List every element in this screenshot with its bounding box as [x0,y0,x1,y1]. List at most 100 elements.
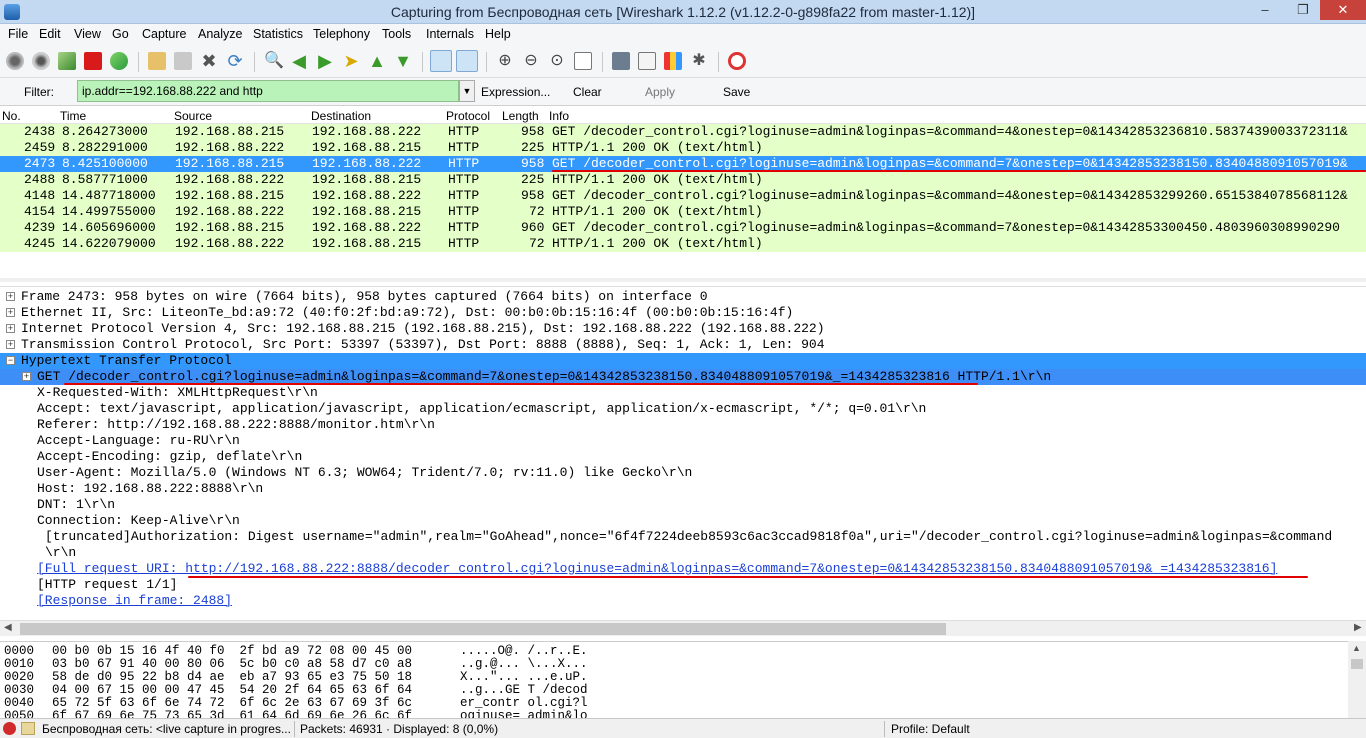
go-back-icon[interactable]: ◀ [290,52,308,70]
go-forward-icon[interactable]: ▶ [316,52,334,70]
close-button[interactable]: ✕ [1320,0,1366,20]
menu-internals[interactable]: Internals [426,27,474,41]
expand-icon[interactable]: + [6,324,15,333]
normal-size-icon[interactable]: ⊙ [548,52,566,70]
display-filters-icon[interactable] [638,52,656,70]
scroll-up-icon[interactable]: ▲ [1352,643,1361,653]
tree-item-label: Internet Protocol Version 4, Src: 192.16… [21,321,825,336]
expand-icon[interactable]: + [6,292,15,301]
menu-tools[interactable]: Tools [382,27,411,41]
packet-row[interactable]: 4148 14.487718000 192.168.88.215 192.168… [0,188,1366,204]
packet-row[interactable]: 4154 14.499755000 192.168.88.222 192.168… [0,204,1366,220]
packet-row[interactable]: 2438 8.264273000 192.168.88.215 192.168.… [0,124,1366,140]
start-capture-icon[interactable] [58,52,76,70]
go-first-icon[interactable]: ▲ [368,52,386,70]
save-file-icon[interactable] [174,52,192,70]
packet-row[interactable]: 2459 8.282291000 192.168.88.222 192.168.… [0,140,1366,156]
column-destination[interactable]: Destination [311,109,371,123]
help-icon[interactable] [728,52,746,70]
scroll-left-icon[interactable]: ◀ [4,622,12,633]
menu-telephony[interactable]: Telephony [313,27,370,41]
tree-item-header[interactable]: Connection: Keep-Alive\r\n [0,513,1366,529]
tree-item-header[interactable]: X-Requested-With: XMLHttpRequest\r\n [0,385,1366,401]
column-no[interactable]: No. [2,109,21,123]
tree-item-header[interactable]: Accept: text/javascript, application/jav… [0,401,1366,417]
packet-row[interactable]: 4245 14.622079000 192.168.88.222 192.168… [0,236,1366,252]
column-length[interactable]: Length [502,109,539,123]
go-to-packet-icon[interactable]: ➤ [342,52,360,70]
hex-row[interactable]: 0050 6f 67 69 6e 75 73 65 3d 61 64 6d 69 … [4,710,588,719]
menu-view[interactable]: View [74,27,101,41]
resize-columns-icon[interactable] [574,52,592,70]
menu-edit[interactable]: Edit [39,27,61,41]
menu-statistics[interactable]: Statistics [253,27,303,41]
preferences-icon[interactable]: ✱ [690,52,708,70]
tree-item-header[interactable]: Accept-Language: ru-RU\r\n [0,433,1366,449]
auto-scroll-icon[interactable] [456,50,478,72]
edit-comment-icon[interactable] [21,722,35,735]
menu-capture[interactable]: Capture [142,27,186,41]
colorize-icon[interactable] [430,50,452,72]
bytes-vertical-scrollbar[interactable]: ▲ [1348,641,1366,718]
tree-item-link[interactable]: [Response in frame: 2488] [37,593,232,609]
menu-file[interactable]: File [8,27,28,41]
capture-status-icon[interactable] [3,722,16,735]
tree-item-header[interactable]: Accept-Encoding: gzip, deflate\r\n [0,449,1366,465]
interface-list-icon[interactable] [6,52,24,70]
tree-item-link[interactable]: [Full request URI: http://192.168.88.222… [37,561,1277,577]
apply-button[interactable]: Apply [645,85,675,99]
tree-item-header[interactable]: User-Agent: Mozilla/5.0 (Windows NT 6.3;… [0,465,1366,481]
clear-button[interactable]: Clear [573,85,602,99]
packet-row[interactable]: 2488 8.587771000 192.168.88.222 192.168.… [0,172,1366,188]
close-file-icon[interactable]: ✖ [200,52,218,70]
response-in-frame-link[interactable]: [Response in frame: 2488] [0,593,1366,609]
capture-options-icon[interactable] [32,52,50,70]
expand-icon[interactable]: + [22,372,31,381]
filter-dropdown-chevron-icon[interactable]: ▼ [459,80,475,102]
zoom-out-icon[interactable]: ⊖ [522,52,540,70]
open-file-icon[interactable] [148,52,166,70]
column-time[interactable]: Time [60,109,86,123]
expand-icon[interactable]: + [6,308,15,317]
display-filter-input[interactable]: ip.addr==192.168.88.222 and http [77,80,459,102]
stop-capture-icon[interactable] [84,52,102,70]
restart-capture-icon[interactable] [110,52,128,70]
scrollbar-thumb[interactable] [20,623,946,635]
maximize-button[interactable]: ❐ [1288,0,1318,20]
collapse-icon[interactable]: − [6,356,15,365]
tree-item-request-number[interactable]: [HTTP request 1/1] [0,577,1366,593]
column-protocol[interactable]: Protocol [446,109,490,123]
coloring-rules-icon[interactable] [664,52,682,70]
tree-item-ethernet[interactable]: + Ethernet II, Src: LiteonTe_bd:a9:72 (4… [0,305,1366,321]
reload-icon[interactable]: ⟳ [226,52,244,70]
minimize-button[interactable]: – [1250,0,1280,20]
tree-item-http[interactable]: − Hypertext Transfer Protocol [0,353,1366,369]
menu-analyze[interactable]: Analyze [198,27,242,41]
find-packet-icon[interactable]: 🔍 [264,52,284,70]
scrollbar-thumb[interactable] [1351,659,1363,669]
scroll-right-icon[interactable]: ▶ [1354,622,1362,633]
tree-item-header[interactable]: Referer: http://192.168.88.222:8888/moni… [0,417,1366,433]
expression-button[interactable]: Expression... [481,85,550,99]
tree-item-header[interactable]: Host: 192.168.88.222:8888\r\n [0,481,1366,497]
tree-item-tcp[interactable]: + Transmission Control Protocol, Src Por… [0,337,1366,353]
packet-row[interactable]: 4239 14.605696000 192.168.88.215 192.168… [0,220,1366,236]
menu-go[interactable]: Go [112,27,129,41]
tree-item-header[interactable]: DNT: 1\r\n [0,497,1366,513]
save-filter-button[interactable]: Save [723,85,750,99]
tree-item-crlf[interactable]: \r\n [0,545,1366,561]
tree-item-frame[interactable]: + Frame 2473: 958 bytes on wire (7664 bi… [0,289,1366,305]
menu-help[interactable]: Help [485,27,511,41]
packet-info: GET /decoder_control.cgi?loginuse=admin&… [552,188,1348,203]
profile-label[interactable]: Profile: Default [891,722,970,736]
column-info[interactable]: Info [549,109,569,123]
expand-icon[interactable]: + [6,340,15,349]
go-last-icon[interactable]: ▼ [394,52,412,70]
full-request-uri-link[interactable]: [Full request URI: http://192.168.88.222… [0,561,1366,577]
column-source[interactable]: Source [174,109,212,123]
tree-item-authorization[interactable]: [truncated]Authorization: Digest usernam… [0,529,1366,545]
details-horizontal-scrollbar[interactable]: ◀ ▶ [0,620,1366,636]
zoom-in-icon[interactable]: ⊕ [496,52,514,70]
capture-filters-icon[interactable] [612,52,630,70]
tree-item-ip[interactable]: + Internet Protocol Version 4, Src: 192.… [0,321,1366,337]
